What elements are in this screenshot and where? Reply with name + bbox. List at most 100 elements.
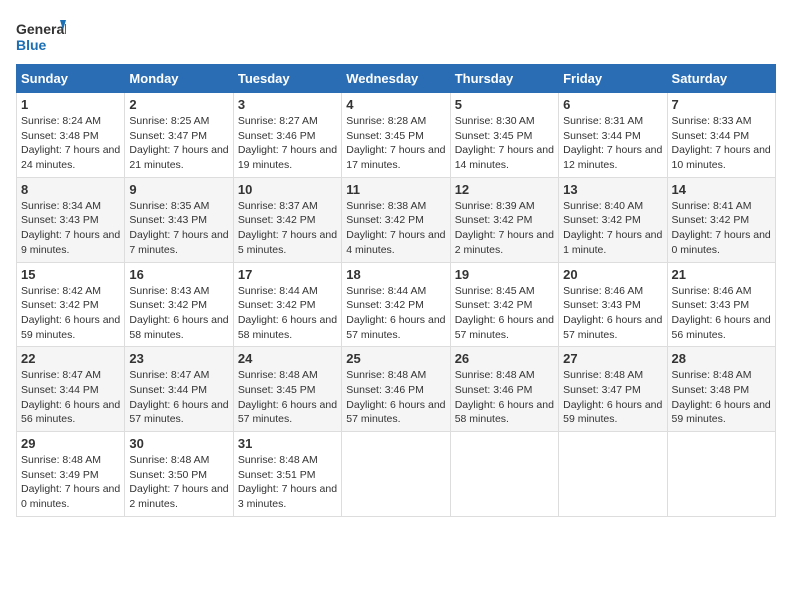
calendar-cell [667,432,775,517]
cell-info: Sunrise: 8:42 AMSunset: 3:42 PMDaylight:… [21,285,120,341]
cell-info: Sunrise: 8:44 AMSunset: 3:42 PMDaylight:… [346,285,445,341]
calendar-cell: 7 Sunrise: 8:33 AMSunset: 3:44 PMDaylight… [667,93,775,178]
calendar-cell [559,432,667,517]
day-number: 18 [346,267,445,282]
day-number: 28 [672,351,771,366]
day-number: 29 [21,436,120,451]
cell-info: Sunrise: 8:48 AMSunset: 3:50 PMDaylight:… [129,454,228,510]
svg-text:General: General [16,21,66,37]
calendar-cell: 23 Sunrise: 8:47 AMSunset: 3:44 PMDayligh… [125,347,233,432]
cell-info: Sunrise: 8:43 AMSunset: 3:42 PMDaylight:… [129,285,228,341]
cell-info: Sunrise: 8:40 AMSunset: 3:42 PMDaylight:… [563,200,662,256]
calendar-cell: 19 Sunrise: 8:45 AMSunset: 3:42 PMDayligh… [450,262,558,347]
logo-svg: General Blue [16,16,66,58]
cell-info: Sunrise: 8:48 AMSunset: 3:49 PMDaylight:… [21,454,120,510]
calendar-cell: 3Sunrise: 8:27 AMSunset: 3:46 PMDaylight… [233,93,341,178]
calendar-cell: 11Sunrise: 8:38 AMSunset: 3:42 PMDayligh… [342,177,450,262]
day-header-friday: Friday [559,65,667,93]
cell-info: Sunrise: 8:31 AMSunset: 3:44 PMDaylight:… [563,115,662,171]
cell-info: Sunrise: 8:48 AMSunset: 3:51 PMDaylight:… [238,454,337,510]
day-number: 16 [129,267,228,282]
cell-info: Sunrise: 8:46 AMSunset: 3:43 PMDaylight:… [672,285,771,341]
cell-info: Sunrise: 8:41 AMSunset: 3:42 PMDaylight:… [672,200,771,256]
cell-info: Sunrise: 8:48 AMSunset: 3:45 PMDaylight:… [238,369,337,425]
day-header-saturday: Saturday [667,65,775,93]
logo: General Blue [16,16,66,58]
calendar-cell: 4 Sunrise: 8:28 AMSunset: 3:45 PMDaylight… [342,93,450,178]
calendar-cell: 20Sunrise: 8:46 AMSunset: 3:43 PMDayligh… [559,262,667,347]
calendar-cell: 29 Sunrise: 8:48 AMSunset: 3:49 PMDayligh… [17,432,125,517]
calendar-cell: 31 Sunrise: 8:48 AMSunset: 3:51 PMDayligh… [233,432,341,517]
week-row: 8 Sunrise: 8:34 AMSunset: 3:43 PMDaylight… [17,177,776,262]
cell-info: Sunrise: 8:35 AMSunset: 3:43 PMDaylight:… [129,200,228,256]
day-number: 20 [563,267,662,282]
calendar-cell: 21Sunrise: 8:46 AMSunset: 3:43 PMDayligh… [667,262,775,347]
day-number: 30 [129,436,228,451]
cell-info: Sunrise: 8:24 AMSunset: 3:48 PMDaylight:… [21,115,120,171]
calendar-cell: 10Sunrise: 8:37 AMSunset: 3:42 PMDayligh… [233,177,341,262]
cell-info: Sunrise: 8:33 AMSunset: 3:44 PMDaylight:… [672,115,771,171]
week-row: 22Sunrise: 8:47 AMSunset: 3:44 PMDayligh… [17,347,776,432]
calendar-cell: 25 Sunrise: 8:48 AMSunset: 3:46 PMDayligh… [342,347,450,432]
day-number: 12 [455,182,554,197]
header-row: SundayMondayTuesdayWednesdayThursdayFrid… [17,65,776,93]
calendar-cell: 8 Sunrise: 8:34 AMSunset: 3:43 PMDaylight… [17,177,125,262]
day-number: 17 [238,267,337,282]
day-number: 26 [455,351,554,366]
calendar-cell: 24 Sunrise: 8:48 AMSunset: 3:45 PMDayligh… [233,347,341,432]
day-number: 15 [21,267,120,282]
cell-info: Sunrise: 8:30 AMSunset: 3:45 PMDaylight:… [455,115,554,171]
cell-info: Sunrise: 8:37 AMSunset: 3:42 PMDaylight:… [238,200,337,256]
cell-info: Sunrise: 8:44 AMSunset: 3:42 PMDaylight:… [238,285,337,341]
cell-info: Sunrise: 8:48 AMSunset: 3:47 PMDaylight:… [563,369,662,425]
calendar-cell: 30 Sunrise: 8:48 AMSunset: 3:50 PMDayligh… [125,432,233,517]
calendar-cell: 26 Sunrise: 8:48 AMSunset: 3:46 PMDayligh… [450,347,558,432]
calendar-cell: 28 Sunrise: 8:48 AMSunset: 3:48 PMDayligh… [667,347,775,432]
cell-info: Sunrise: 8:34 AMSunset: 3:43 PMDaylight:… [21,200,120,256]
day-header-wednesday: Wednesday [342,65,450,93]
week-row: 1Sunrise: 8:24 AMSunset: 3:48 PMDaylight… [17,93,776,178]
calendar-cell: 12Sunrise: 8:39 AMSunset: 3:42 PMDayligh… [450,177,558,262]
calendar-cell: 15 Sunrise: 8:42 AMSunset: 3:42 PMDayligh… [17,262,125,347]
day-number: 4 [346,97,445,112]
calendar-cell: 18 Sunrise: 8:44 AMSunset: 3:42 PMDayligh… [342,262,450,347]
cell-info: Sunrise: 8:48 AMSunset: 3:46 PMDaylight:… [455,369,554,425]
cell-info: Sunrise: 8:25 AMSunset: 3:47 PMDaylight:… [129,115,228,171]
cell-info: Sunrise: 8:47 AMSunset: 3:44 PMDaylight:… [129,369,228,425]
cell-info: Sunrise: 8:45 AMSunset: 3:42 PMDaylight:… [455,285,554,341]
day-number: 2 [129,97,228,112]
calendar-cell: 13 Sunrise: 8:40 AMSunset: 3:42 PMDayligh… [559,177,667,262]
calendar-cell: 17 Sunrise: 8:44 AMSunset: 3:42 PMDayligh… [233,262,341,347]
calendar-cell: 16 Sunrise: 8:43 AMSunset: 3:42 PMDayligh… [125,262,233,347]
calendar-cell [342,432,450,517]
day-header-tuesday: Tuesday [233,65,341,93]
calendar-cell: 22Sunrise: 8:47 AMSunset: 3:44 PMDayligh… [17,347,125,432]
day-number: 23 [129,351,228,366]
day-number: 9 [129,182,228,197]
day-header-thursday: Thursday [450,65,558,93]
cell-info: Sunrise: 8:48 AMSunset: 3:48 PMDaylight:… [672,369,771,425]
day-number: 8 [21,182,120,197]
calendar-cell: 27Sunrise: 8:48 AMSunset: 3:47 PMDayligh… [559,347,667,432]
day-number: 3 [238,97,337,112]
cell-info: Sunrise: 8:47 AMSunset: 3:44 PMDaylight:… [21,369,120,425]
week-row: 15 Sunrise: 8:42 AMSunset: 3:42 PMDayligh… [17,262,776,347]
day-number: 24 [238,351,337,366]
calendar-cell: 1Sunrise: 8:24 AMSunset: 3:48 PMDaylight… [17,93,125,178]
cell-info: Sunrise: 8:28 AMSunset: 3:45 PMDaylight:… [346,115,445,171]
calendar-cell: 2 Sunrise: 8:25 AMSunset: 3:47 PMDaylight… [125,93,233,178]
day-number: 7 [672,97,771,112]
week-row: 29 Sunrise: 8:48 AMSunset: 3:49 PMDayligh… [17,432,776,517]
day-number: 25 [346,351,445,366]
calendar-cell [450,432,558,517]
calendar-cell: 14 Sunrise: 8:41 AMSunset: 3:42 PMDayligh… [667,177,775,262]
calendar-cell: 9 Sunrise: 8:35 AMSunset: 3:43 PMDaylight… [125,177,233,262]
calendar-table: SundayMondayTuesdayWednesdayThursdayFrid… [16,64,776,517]
cell-info: Sunrise: 8:38 AMSunset: 3:42 PMDaylight:… [346,200,445,256]
day-number: 14 [672,182,771,197]
day-number: 31 [238,436,337,451]
cell-info: Sunrise: 8:48 AMSunset: 3:46 PMDaylight:… [346,369,445,425]
calendar-cell: 6Sunrise: 8:31 AMSunset: 3:44 PMDaylight… [559,93,667,178]
day-number: 19 [455,267,554,282]
day-number: 13 [563,182,662,197]
